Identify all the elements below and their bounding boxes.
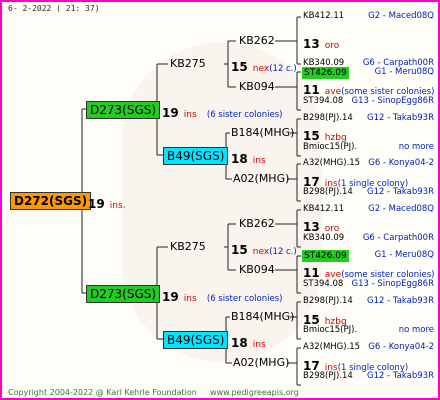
ancestor-row: KB412.11 xyxy=(303,11,345,21)
ancestor-row: B298(PJ).14 xyxy=(303,187,353,197)
ancestor-place: G12 - Takab93R xyxy=(367,113,434,123)
ancestor-row: B298(PJ).14 xyxy=(303,113,353,123)
ancestor-place: G12 - Takab93R xyxy=(367,187,434,197)
copyright-text: Copyright 2004-2022 @ Karl Kehrle Founda… xyxy=(8,388,197,397)
ancestor-row: Bmioc15(PJ). xyxy=(303,142,358,152)
ancestor-row: ST394.08 xyxy=(303,96,344,106)
gen3-node-a02-2[interactable]: A02(MHG) xyxy=(233,357,289,368)
gen3-node-kb262-2[interactable]: KB262 xyxy=(239,218,275,229)
ancestor-row: Bmioc15(PJ). xyxy=(303,325,358,335)
dam-year-label-2: 18 ins xyxy=(231,336,266,350)
ancestor-highlight-badge[interactable]: ST426.09 xyxy=(302,67,349,79)
gen3-year-label: 13 oro xyxy=(303,220,340,234)
dam-year-label-1: 18 ins xyxy=(231,152,266,166)
gen3-node-kb094-1[interactable]: KB094 xyxy=(239,81,275,92)
gen3-year-label: 11 ave(some sister colonies) xyxy=(303,83,435,97)
root-year-label: 19 ins. xyxy=(88,197,126,211)
ancestor-highlight-badge[interactable]: ST426.09 xyxy=(302,250,349,262)
gen3-node-a02-1[interactable]: A02(MHG) xyxy=(233,173,289,184)
ancestor-row: A32(MHG).15 xyxy=(303,342,361,352)
ancestor-place: G12 - Takab93R xyxy=(367,371,434,381)
ancestor-row: KB412.11 xyxy=(303,204,345,214)
ancestor-place: G6 - Carpath00R xyxy=(362,233,434,243)
ancestor-place: G13 - SinopEgg86R xyxy=(351,96,435,106)
ancestor-place: G6 - Konya04-2 xyxy=(368,158,434,168)
gen3-node-kb094-2[interactable]: KB094 xyxy=(239,264,275,275)
report-date: 6- 2-2022 ( 21: 37) xyxy=(8,4,100,13)
branch-queen-box-2[interactable]: D273(SGS) xyxy=(86,285,161,303)
gen3-node-b184-2[interactable]: B184(MHG) xyxy=(231,311,294,322)
pedigree-tree-panel: { "header": {"date": "6- 2-2022 ( 21: 37… xyxy=(0,0,440,400)
branch-year-label-2: 19 ins (6 sister colonies) xyxy=(162,290,283,304)
ancestor-place: G13 - SinopEgg86R xyxy=(351,279,435,289)
gen3-year-label: 11 ave(some sister colonies) xyxy=(303,266,435,280)
gen3-year-label: 13 oro xyxy=(303,37,340,51)
ancestor-place: G2 - Maced08Q xyxy=(368,11,434,21)
ancestor-row: B298(PJ).14 xyxy=(303,371,353,381)
branch-queen-box-1[interactable]: D273(SGS) xyxy=(86,101,161,119)
sire-node-kb275-1[interactable]: KB275 xyxy=(170,58,206,69)
sire-node-kb275-2[interactable]: KB275 xyxy=(170,241,206,252)
ancestor-place: G1 - Meru08Q xyxy=(374,250,434,260)
gen3-node-kb262-1[interactable]: KB262 xyxy=(239,35,275,46)
branch-year-label-1: 19 ins (6 sister colonies) xyxy=(162,106,283,120)
ancestor-place: no more xyxy=(398,325,434,335)
ancestor-place: G12 - Takab93R xyxy=(367,296,434,306)
ancestor-row: B298(PJ).14 xyxy=(303,296,353,306)
gen3-node-b184-1[interactable]: B184(MHG) xyxy=(231,127,294,138)
ancestor-place: G2 - Maced08Q xyxy=(368,204,434,214)
root-queen-box[interactable]: D272(SGS) xyxy=(10,192,92,210)
sire-year-label-1: 15 nex(12 c.) xyxy=(231,60,297,74)
ancestor-place: no more xyxy=(398,142,434,152)
website-link[interactable]: www.pedigreeapis.org xyxy=(210,389,299,397)
dam-queen-box-1[interactable]: B49(SGS) xyxy=(163,147,229,165)
sire-year-label-2: 15 nex(12 c.) xyxy=(231,243,297,257)
ancestor-place: G1 - Meru08Q xyxy=(374,67,434,77)
dam-queen-box-2[interactable]: B49(SGS) xyxy=(163,331,229,349)
ancestor-row: KB340.09 xyxy=(303,233,345,243)
ancestor-row: A32(MHG).15 xyxy=(303,158,361,168)
ancestor-place: G6 - Konya04-2 xyxy=(368,342,434,352)
gen3-year-label: 15 hzbg xyxy=(303,129,347,143)
ancestor-row: ST394.08 xyxy=(303,279,344,289)
